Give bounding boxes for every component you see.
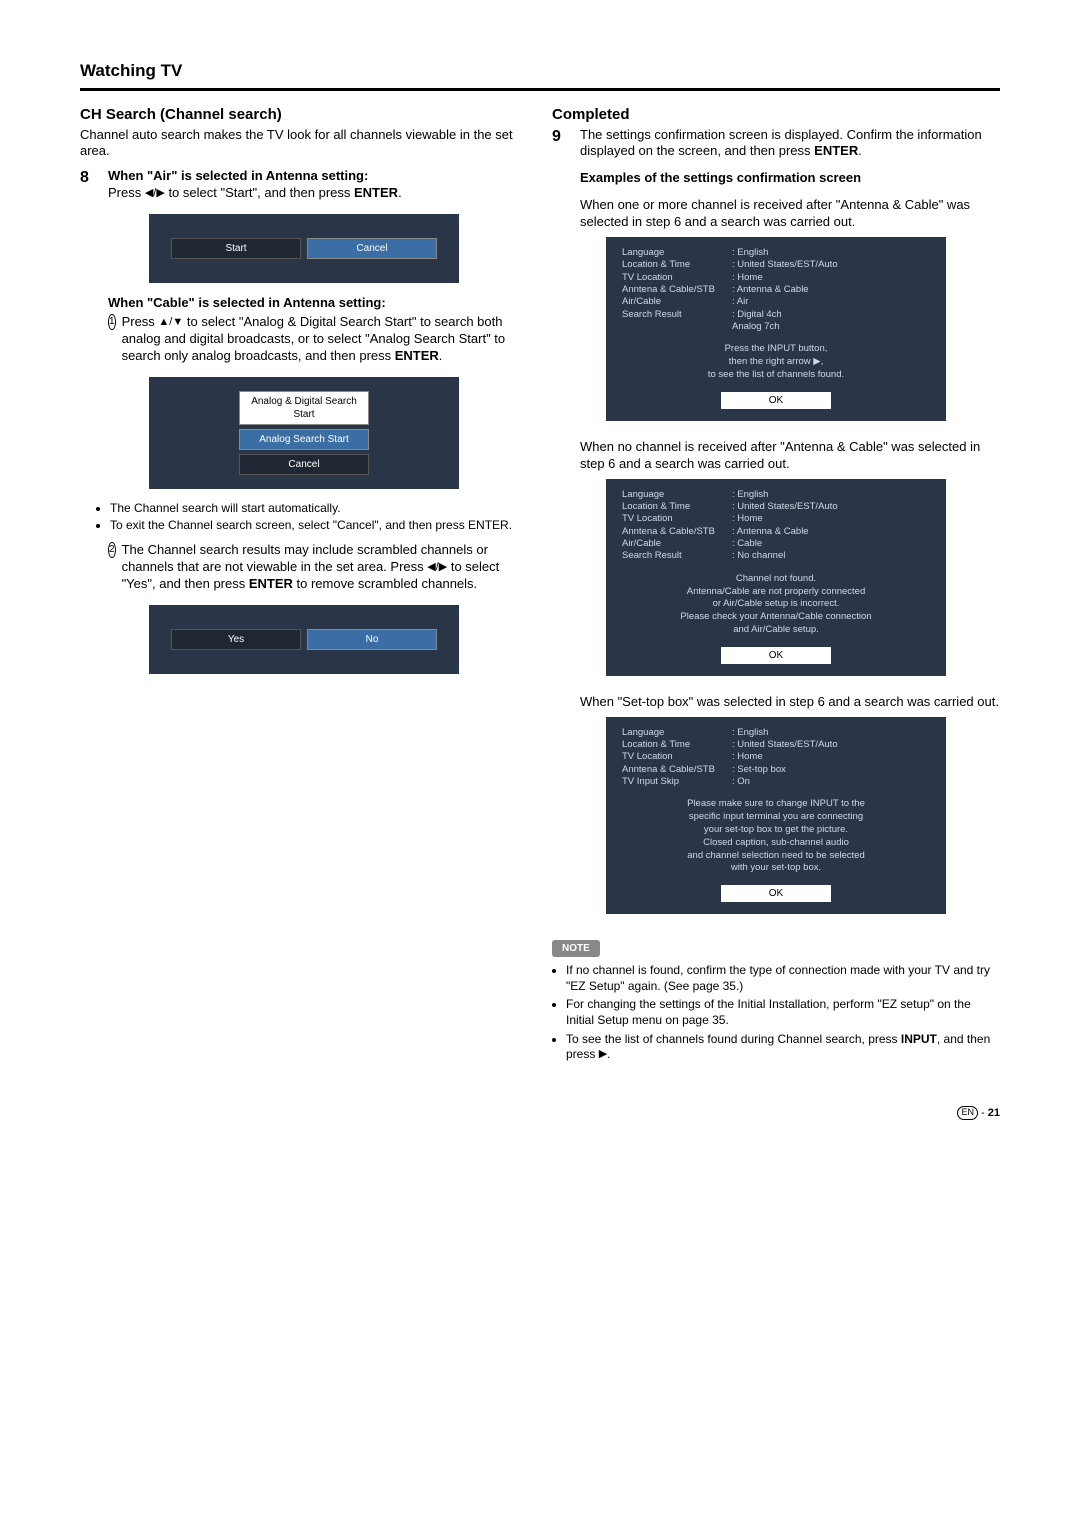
confirm3-msg: Please make sure to change INPUT to the … <box>622 798 930 875</box>
channel-search-bullets: The Channel search will start automatica… <box>110 501 528 534</box>
bullet-2: To exit the Channel search screen, selec… <box>110 518 528 534</box>
cable-step2-post: to remove scrambled channels. <box>293 576 477 591</box>
enter-label-4: ENTER <box>814 143 858 158</box>
note-2: For changing the settings of the Initial… <box>566 997 1000 1028</box>
case1-text: When one or more channel is received aft… <box>580 197 1000 231</box>
ch-search-intro: Channel auto search makes the TV look fo… <box>80 127 528 161</box>
air-setting-text-mid: to select "Start", and then press <box>165 185 354 200</box>
confirm2-msg: Channel not found. Antenna/Cable are not… <box>622 573 930 637</box>
analog-start-button[interactable]: Analog Search Start <box>239 429 369 450</box>
confirm1-rows: Language: English Location & Time: Unite… <box>622 247 930 333</box>
analog-digital-start-button[interactable]: Analog & Digital Search Start <box>239 391 369 425</box>
enter-label-2: ENTER <box>395 348 439 363</box>
confirm1-msg: Press the INPUT button, then the right a… <box>622 343 930 381</box>
start-cancel-dialog: Start Cancel <box>149 214 459 283</box>
ok-button-3[interactable]: OK <box>721 885 831 902</box>
left-column: CH Search (Channel search) Channel auto … <box>80 105 528 1066</box>
yes-button[interactable]: Yes <box>171 629 301 650</box>
cancel-button[interactable]: Cancel <box>307 238 437 259</box>
circle-1-icon: 1 <box>108 314 116 330</box>
enter-label-1: ENTER <box>354 185 398 200</box>
step-8-number: 8 <box>80 168 98 202</box>
up-down-icon: ▲/▼ <box>158 316 183 328</box>
start-button[interactable]: Start <box>171 238 301 259</box>
cable-setting-heading: When "Cable" is selected in Antenna sett… <box>108 295 528 312</box>
bullet-1: The Channel search will start automatica… <box>110 501 528 517</box>
enter-label-3: ENTER <box>249 576 293 591</box>
step-9-number: 9 <box>552 127 570 188</box>
case2-text: When no channel is received after "Anten… <box>580 439 1000 473</box>
ok-button-1[interactable]: OK <box>721 392 831 409</box>
analog-digital-dialog: Analog & Digital Search Start Analog Sea… <box>149 377 459 489</box>
examples-heading: Examples of the settings confirmation sc… <box>580 170 1000 187</box>
circle-2-icon: 2 <box>108 542 116 558</box>
step-9: 9 The settings confirmation screen is di… <box>552 127 1000 188</box>
section-rule <box>80 88 1000 91</box>
page-title: Watching TV <box>80 60 1000 82</box>
case3-text: When "Set-top box" was selected in step … <box>580 694 1000 711</box>
air-setting-text-pre: Press <box>108 185 145 200</box>
note-badge: NOTE <box>552 940 600 957</box>
content-columns: CH Search (Channel search) Channel auto … <box>80 105 1000 1066</box>
right-column: Completed 9 The settings confirmation sc… <box>552 105 1000 1066</box>
step-9-text: The settings confirmation screen is disp… <box>580 127 982 159</box>
note-3: To see the list of channels found during… <box>566 1032 1000 1063</box>
notes-list: If no channel is found, confirm the type… <box>566 963 1000 1063</box>
confirm-screen-2: Language: English Location & Time: Unite… <box>606 479 946 676</box>
note-1: If no channel is found, confirm the type… <box>566 963 1000 994</box>
confirm3-rows: Language: English Location & Time: Unite… <box>622 727 930 789</box>
confirm-screen-3: Language: English Location & Time: Unite… <box>606 717 946 915</box>
step-8: 8 When "Air" is selected in Antenna sett… <box>80 168 528 202</box>
ok-button-2[interactable]: OK <box>721 647 831 664</box>
left-right-icon-2: ◀/▶ <box>427 561 447 573</box>
confirm-screen-1: Language: English Location & Time: Unite… <box>606 237 946 421</box>
no-button[interactable]: No <box>307 629 437 650</box>
ch-search-heading: CH Search (Channel search) <box>80 105 528 125</box>
page-number: EN - 21 <box>80 1106 1000 1120</box>
air-setting-heading: When "Air" is selected in Antenna settin… <box>108 168 368 183</box>
left-right-icon: ◀/▶ <box>145 187 165 199</box>
confirm2-rows: Language: English Location & Time: Unite… <box>622 489 930 563</box>
yes-no-dialog: Yes No <box>149 605 459 674</box>
cable-step1-pre: Press <box>122 314 159 329</box>
en-badge: EN <box>957 1106 978 1120</box>
cancel-button-2[interactable]: Cancel <box>239 454 369 475</box>
completed-heading: Completed <box>552 105 1000 125</box>
